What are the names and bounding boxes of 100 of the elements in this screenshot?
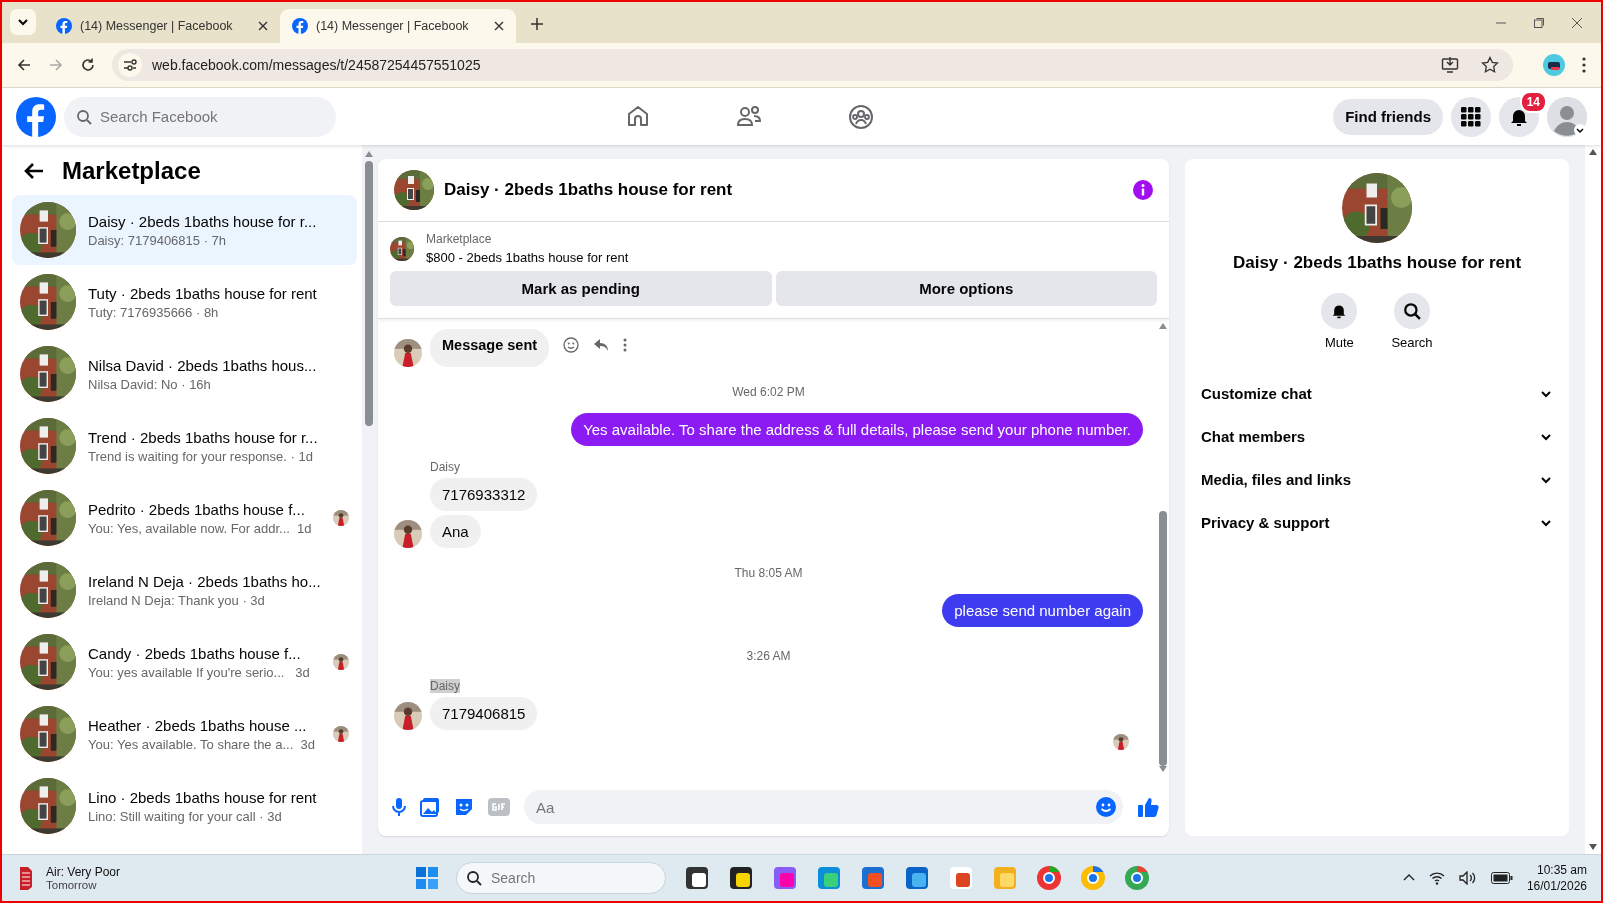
listing-action-button[interactable]: More options [775, 271, 1157, 306]
listing-title[interactable]: $800 - 2beds 1baths house for rent [426, 250, 629, 265]
timestamp: Wed 6:02 PM [732, 385, 805, 399]
more-icon[interactable] [623, 338, 628, 352]
reply-icon[interactable] [593, 338, 610, 352]
emoji-icon[interactable] [1095, 796, 1117, 818]
scroll-up-icon[interactable] [1589, 149, 1597, 155]
star-icon[interactable] [1481, 56, 1499, 74]
conversation-preview: Lino: Still waiting for your call · 3d [88, 808, 283, 824]
bell-icon [1331, 303, 1348, 319]
notification-badge: 14 [1519, 90, 1547, 113]
outgoing-message: Yes available. To share the address & full details, please send your phone number. [571, 413, 1143, 446]
weather-title: Air: Very Poor [46, 865, 121, 879]
conversation-name: Candy · 2beds 1baths house f... [88, 644, 302, 662]
sender-name: Daisy [430, 460, 460, 474]
smiley-icon[interactable] [563, 337, 580, 353]
section-toggle[interactable]: Media, files and links [1185, 458, 1569, 501]
clock[interactable]: 10:35 am 16/01/2026 [1526, 863, 1587, 893]
back-icon[interactable] [16, 57, 32, 73]
start-icon[interactable] [416, 867, 438, 889]
apps-grid-icon [1461, 106, 1481, 127]
incoming-message: 7179406815 [430, 697, 538, 730]
conversation-item[interactable]: Candy · 2beds 1baths house f... You: yes available If you're serio... 3d [12, 627, 357, 697]
conversation-preview: You: Yes, available now. For addr... 1d [88, 520, 313, 536]
section-toggle[interactable]: Customize chat [1185, 372, 1569, 415]
scroll-up-icon[interactable] [1159, 323, 1167, 329]
conversation-preview: You: yes available If you're serio... 3d [88, 664, 311, 680]
conversation-item[interactable]: Daisy · 2beds 1baths house for r... Daisy: 7179406815 · 7h [12, 195, 357, 265]
close-icon[interactable] [1571, 17, 1583, 29]
close-icon[interactable] [494, 21, 504, 31]
facebook-logo[interactable] [16, 96, 56, 137]
listing-action-button[interactable]: Mark as pending [390, 271, 772, 306]
conversation-name: Daisy · 2beds 1baths house for r... [88, 212, 318, 230]
message-input[interactable]: Aa [524, 790, 1123, 824]
new-tab-icon[interactable] [530, 17, 544, 31]
menu-button[interactable] [1451, 96, 1491, 137]
section-toggle[interactable]: Privacy & support [1185, 501, 1569, 544]
search-icon [1403, 302, 1421, 320]
chrome-icon[interactable] [1036, 865, 1062, 891]
conversation-item[interactable]: Tuty · 2beds 1baths house for rent Tuty: 7176935666 · 8h [12, 267, 357, 337]
sticker-icon[interactable] [454, 797, 474, 817]
close-icon[interactable] [258, 21, 268, 31]
taskbar-search-field[interactable]: Search [456, 862, 666, 894]
thumbs-up-icon[interactable] [1137, 796, 1159, 818]
conversation-name: Ireland N Deja · 2beds 1baths ho... [88, 572, 321, 590]
scrollbar-thumb[interactable] [364, 161, 373, 426]
restore-icon[interactable] [1533, 17, 1545, 29]
install-icon[interactable] [1441, 56, 1459, 74]
conversation-item[interactable]: Nilsa David · 2beds 1baths hous... Nilsa David: No · 16h [12, 339, 357, 409]
conversation-preview: Ireland N Deja: Thank you · 3d [88, 592, 266, 608]
account-button[interactable] [1547, 96, 1587, 137]
friends-icon[interactable] [736, 103, 762, 128]
conversation-item[interactable]: Ireland N Deja · 2beds 1baths ho... Ireland N Deja: Thank you · 3d [12, 555, 357, 625]
listing-label: Marketplace [426, 232, 493, 246]
site-settings-icon[interactable] [118, 53, 142, 77]
conversation-item[interactable]: Trend · 2beds 1baths house for r... Trend is waiting for your response. · 1d [12, 411, 357, 481]
chat-title: Daisy · 2beds 1baths house for rent [444, 180, 734, 200]
conversation-preview: You: Yes available. To share the a... 3d [88, 736, 316, 752]
info-icon[interactable] [1133, 180, 1153, 200]
weather-subtitle: Tomorrow [46, 879, 98, 891]
chrome-icon[interactable] [1124, 865, 1150, 891]
scroll-down-icon[interactable] [1589, 844, 1597, 850]
incoming-message: 7176933312 [430, 478, 538, 511]
menu-icon[interactable] [1581, 57, 1587, 73]
user-silhouette-icon [1547, 96, 1587, 137]
conversation-name: Heather · 2beds 1baths house ... [88, 716, 308, 734]
conversation-name: Trend · 2beds 1baths house for r... [88, 428, 319, 446]
reload-icon[interactable] [80, 57, 96, 73]
section-toggle[interactable]: Chat members [1185, 415, 1569, 458]
conversation-item[interactable]: Pedrito · 2beds 1baths house f... You: Yes, available now. For addr... 1d [12, 483, 357, 553]
conversation-name: Lino · 2beds 1baths house for rent [88, 788, 318, 806]
wifi-icon[interactable] [1428, 871, 1445, 885]
search-icon [466, 870, 482, 886]
conversation-item[interactable]: Heather · 2beds 1baths house ... You: Yes available. To share the a... 3d [12, 699, 357, 769]
chrome-icon[interactable] [1080, 865, 1106, 891]
conversation-name: Tuty · 2beds 1baths house for rent [88, 284, 318, 302]
groups-icon[interactable] [848, 103, 874, 130]
browser-tab[interactable]: (14) Messenger | Facebook [280, 9, 516, 43]
browser-tab[interactable]: (14) Messenger | Facebook [44, 9, 280, 43]
microphone-icon[interactable] [392, 797, 406, 817]
search-field[interactable]: Search Facebook [64, 96, 336, 137]
conversation-item[interactable]: Lino · 2beds 1baths house for rent Lino: Still waiting for your call · 3d [12, 771, 357, 841]
sender-name: Daisy [430, 679, 460, 693]
facebook-icon [292, 18, 308, 34]
conversation-preview: Daisy: 7179406815 · 7h [88, 232, 228, 248]
speaker-icon[interactable] [1458, 871, 1477, 885]
battery-icon[interactable] [1490, 872, 1513, 884]
conversation-name: Nilsa David · 2beds 1baths hous... [88, 356, 318, 374]
conversation-name: Pedrito · 2beds 1baths house f... [88, 500, 306, 518]
find-friends-button[interactable]: Find friends [1333, 98, 1443, 135]
outgoing-message: please send number again [942, 594, 1143, 627]
profile-avatar-icon[interactable] [1543, 54, 1565, 76]
home-icon[interactable] [626, 103, 650, 128]
tab-search-button[interactable] [10, 9, 36, 35]
back-arrow-icon[interactable] [24, 162, 44, 180]
conversation-preview: Nilsa David: No · 16h [88, 376, 212, 392]
address-bar[interactable]: web.facebook.com/messages/t/24587254457551025 [112, 49, 1513, 81]
conversation-preview: Tuty: 7176935666 · 8h [88, 304, 220, 320]
image-icon[interactable] [420, 797, 440, 817]
facebook-icon [56, 18, 72, 34]
